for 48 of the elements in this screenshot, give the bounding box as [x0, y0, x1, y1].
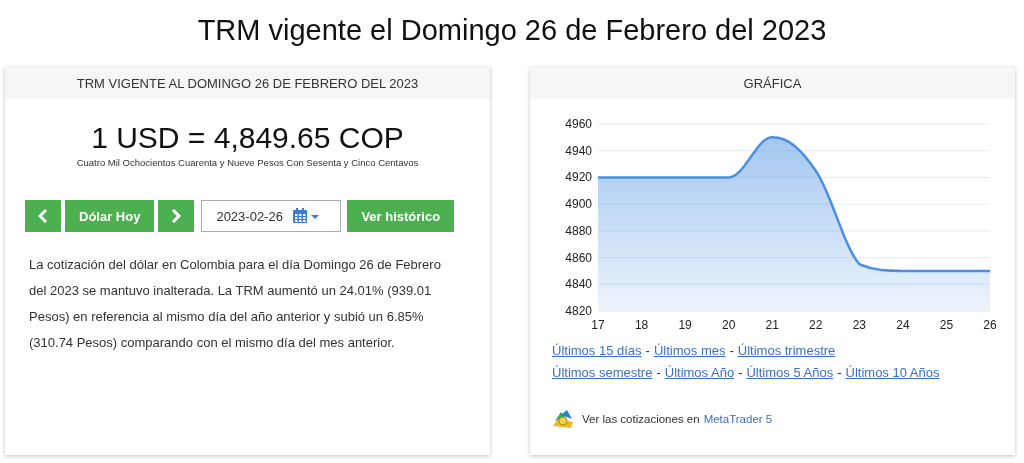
- footer-text: Ver las cotizaciones en: [582, 413, 700, 425]
- period-link[interactable]: Últimos trimestre: [737, 341, 836, 361]
- platform-link[interactable]: MetaTrader 5: [703, 413, 773, 425]
- calendar-icon: [292, 208, 321, 224]
- x-axis-label: 24: [896, 318, 910, 332]
- y-axis-label: 4840: [565, 277, 592, 292]
- period-link[interactable]: Últimos 10 Años: [845, 363, 940, 383]
- y-axis-label: 4860: [565, 250, 592, 265]
- link-separator: -: [837, 364, 842, 382]
- link-separator: -: [729, 342, 734, 360]
- x-axis-label: 21: [765, 318, 779, 332]
- x-axis-label: 20: [722, 318, 736, 332]
- description-text: La cotización del dólar en Colombia para el día Domingo 26 de Febrero del 2023 se mantuvo inalterada. La TRM aumentó un 24.01% (939.01 Pesos) en referencia al mismo día del año anterior y subió un 6.85% (310.74 Pesos) comparando con el mismo día del mes anterior.: [29, 256, 441, 352]
- period-link[interactable]: Últimos 5 Años: [746, 363, 834, 383]
- action-button[interactable]: Ver histórico: [347, 200, 455, 232]
- y-axis-label: 4880: [565, 223, 592, 238]
- x-axis-label: 18: [634, 318, 649, 332]
- page-title: TRM vigente el Domingo 26 de Febrero del 2023: [196, 12, 828, 48]
- previous-day-button[interactable]: [25, 200, 61, 232]
- next-day-button[interactable]: [158, 200, 195, 232]
- y-axis-label: 4920: [565, 170, 592, 185]
- y-axis-label: 4960: [565, 117, 592, 131]
- period-link[interactable]: Últimos 15 días: [552, 341, 642, 361]
- period-link[interactable]: Últimos Año: [664, 363, 735, 383]
- date-field[interactable]: 2023-02-26: [202, 207, 293, 225]
- y-axis-label: 4900: [565, 197, 592, 212]
- rate-in-words: Cuatro Mil Ochocientos Cuarenta y Nueve Pesos Con Sesenta y Cinco Centavos: [75, 157, 420, 168]
- chevron-right-icon: [171, 209, 182, 223]
- trading-platform-logo-icon: [552, 409, 574, 429]
- link-separator: -: [656, 364, 661, 382]
- exchange-rate: 1 USD = 4,849.65 COP: [90, 121, 405, 155]
- x-axis-label: 19: [678, 318, 692, 332]
- card-header: GRÁFICA: [530, 67, 1015, 99]
- x-axis-label: 26: [983, 318, 997, 332]
- x-axis-label: 17: [591, 318, 605, 332]
- x-axis-label: 25: [939, 318, 954, 332]
- card-header: TRM VIGENTE AL DOMINGO 26 DE FEBRERO DEL 2023: [5, 67, 490, 99]
- x-axis-label: 22: [809, 318, 823, 332]
- period-link[interactable]: Últimos semestre: [552, 363, 653, 383]
- link-separator: -: [738, 364, 743, 382]
- action-button[interactable]: Dólar Hoy: [65, 200, 155, 232]
- y-axis-label: 4940: [565, 143, 592, 158]
- chevron-left-icon: [38, 209, 48, 223]
- y-axis-label: 4820: [565, 304, 592, 318]
- link-separator: -: [645, 342, 650, 360]
- x-axis-label: 23: [852, 318, 866, 332]
- period-link[interactable]: Últimos mes: [653, 341, 726, 361]
- date-picker[interactable]: 2023-02-26: [201, 200, 342, 232]
